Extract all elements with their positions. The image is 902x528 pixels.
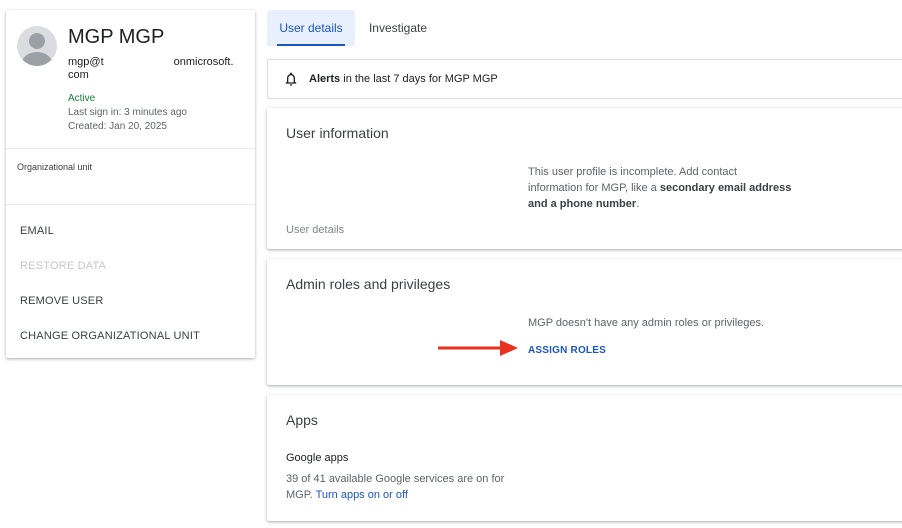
profile-incomplete-message: This user profile is incomplete. Add con… <box>528 164 793 212</box>
last-sign-in: Last sign in: 3 minutes ago <box>68 107 187 118</box>
divider <box>6 148 255 149</box>
avatar-body <box>22 52 52 66</box>
alerts-rest: in the last 7 days for MGP MGP <box>340 73 498 85</box>
email-line2: com <box>68 69 89 81</box>
assign-roles-button[interactable]: ASSIGN ROLES <box>528 345 606 356</box>
avatar-head <box>29 33 45 49</box>
status-badge: Active <box>68 93 96 104</box>
user-name: MGP MGP <box>68 26 165 48</box>
email-button[interactable]: EMAIL <box>20 225 54 237</box>
google-apps-heading: Google apps <box>286 452 349 464</box>
change-org-unit-button[interactable]: CHANGE ORGANIZATIONAL UNIT <box>20 330 200 342</box>
email-redaction <box>104 55 174 65</box>
red-arrow-annotation <box>438 340 518 356</box>
tab-investigate[interactable]: Investigate <box>355 10 441 46</box>
user-profile-card: MGP MGP mgp@t onmicrosoft. com Active Las… <box>6 10 255 358</box>
message-end: . <box>636 198 640 210</box>
email-end: onmicrosoft. <box>173 56 234 68</box>
no-admin-roles-message: MGP doesn't have any admin roles or priv… <box>528 317 765 329</box>
admin-roles-title: Admin roles and privileges <box>286 276 451 292</box>
user-information-card: User information This user profile is in… <box>267 108 902 249</box>
alerts-bold: Alerts <box>309 73 341 85</box>
tab-user-details[interactable]: User details <box>267 10 355 46</box>
user-email: mgp@t onmicrosoft. com <box>68 55 248 82</box>
admin-roles-card: Admin roles and privileges MGP doesn't h… <box>267 259 902 385</box>
created-date: Created: Jan 20, 2025 <box>68 121 167 132</box>
user-details-link[interactable]: User details <box>286 222 344 238</box>
remove-user-button[interactable]: REMOVE USER <box>20 295 104 307</box>
bell-icon <box>285 72 297 86</box>
turn-apps-on-off-link[interactable]: Turn apps on or off <box>316 489 408 501</box>
org-unit-label: Organizational unit <box>17 162 93 172</box>
restore-data-button: RESTORE DATA <box>20 260 107 272</box>
alerts-bar[interactable]: Alerts in the last 7 days for MGP MGP <box>267 59 902 99</box>
divider <box>6 204 255 205</box>
email-start: mgp@t <box>68 56 104 68</box>
alerts-text: Alerts in the last 7 days for MGP MGP <box>309 73 498 85</box>
avatar <box>17 26 57 66</box>
user-information-title: User information <box>286 125 389 141</box>
google-services-text: 39 of 41 available Google services are o… <box>286 471 511 503</box>
apps-card: Apps Google apps 39 of 41 available Goog… <box>267 395 902 521</box>
apps-title: Apps <box>286 412 318 428</box>
